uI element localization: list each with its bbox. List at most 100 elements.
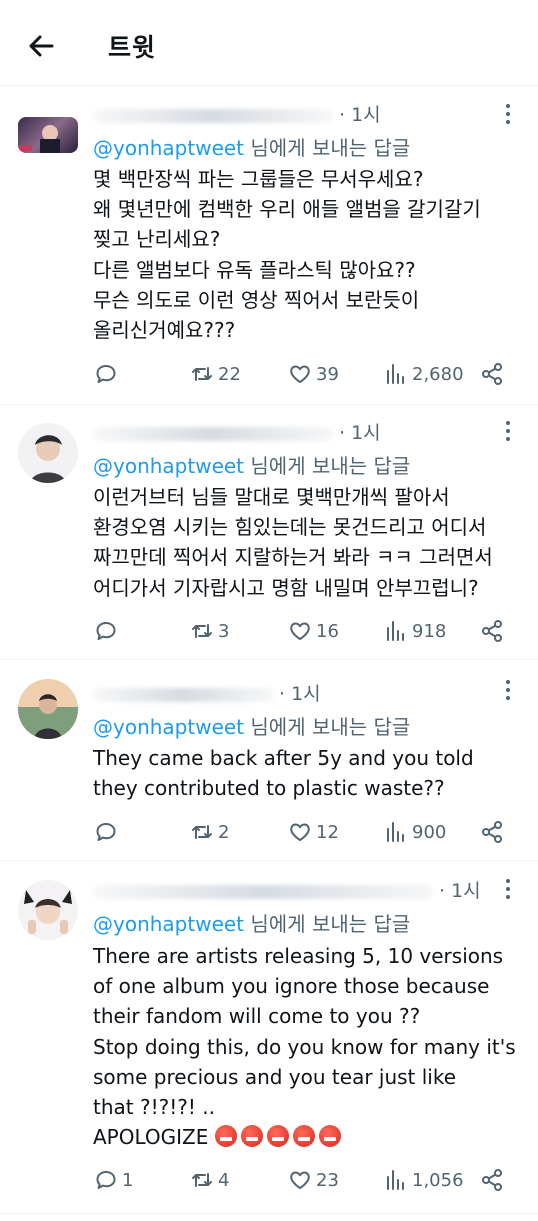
tweet-time[interactable]: 1시 bbox=[351, 104, 381, 126]
retweet-icon bbox=[192, 825, 212, 839]
like-count: 39 bbox=[316, 363, 339, 385]
like-count: 12 bbox=[316, 821, 339, 843]
reply-handle-link[interactable]: @yonhaptweet bbox=[93, 454, 244, 478]
more-options-button[interactable] bbox=[498, 101, 518, 127]
reply-handle-link[interactable]: @yonhaptweet bbox=[93, 136, 244, 160]
more-vertical-icon bbox=[506, 879, 510, 899]
share-icon bbox=[482, 363, 502, 385]
views-chart-icon bbox=[387, 364, 404, 384]
avatar[interactable] bbox=[18, 117, 78, 153]
reply-button[interactable]: 1 bbox=[94, 1165, 133, 1195]
share-button[interactable] bbox=[480, 817, 508, 847]
tweet-text-line: their fandom will come to you ?? bbox=[93, 1004, 421, 1029]
top-bar: 트윗 bbox=[0, 0, 538, 86]
views-chart-icon bbox=[387, 1170, 404, 1190]
back-arrow-icon bbox=[29, 35, 54, 57]
view-count: 900 bbox=[412, 821, 447, 843]
tweet-text-line: There are artists releasing 5, 10 versio… bbox=[93, 944, 504, 968]
retweet-button[interactable]: 4 bbox=[190, 1165, 229, 1195]
reply-icon bbox=[96, 823, 116, 841]
retweet-button[interactable]: 3 bbox=[190, 616, 229, 646]
angry-face-emoji-icon bbox=[318, 1125, 341, 1148]
views-chart-icon bbox=[387, 621, 404, 641]
tweet-text-line: they contributed to plastic waste?? bbox=[93, 776, 445, 801]
retweet-count: 22 bbox=[218, 363, 241, 385]
reply-handle-link[interactable]: @yonhaptweet bbox=[93, 715, 244, 739]
reply-tweet[interactable]: · 1시 @yonhaptweet 님에게 보내는 답글 이런거브터 님들 말대… bbox=[0, 405, 538, 660]
more-options-button[interactable] bbox=[498, 876, 518, 902]
tweet-text-line: of one album you ignore those because bbox=[93, 974, 490, 999]
like-count: 23 bbox=[316, 1169, 339, 1191]
avatar[interactable] bbox=[18, 679, 78, 739]
tweet-text-last-line: APOLOGIZE bbox=[93, 1122, 523, 1152]
blurred-user-name bbox=[93, 884, 433, 899]
tweet-text-line: 다른 앨범보다 유독 플라스틱 많아요?? bbox=[93, 257, 416, 282]
action-bar: 22 39 2,680 bbox=[94, 359, 514, 389]
tweet-time[interactable]: 1시 bbox=[291, 683, 321, 705]
retweet-button[interactable]: 2 bbox=[190, 817, 229, 847]
angry-face-emoji-icon bbox=[240, 1125, 263, 1148]
reply-suffix: 님에게 보내는 답글 bbox=[250, 912, 411, 936]
tweet-meta: · 1시 bbox=[93, 876, 481, 904]
more-vertical-icon bbox=[506, 421, 510, 441]
more-options-button[interactable] bbox=[498, 418, 518, 444]
tweet-text-line: They came back after 5y and you told bbox=[93, 746, 474, 770]
views-button[interactable]: 1,056 bbox=[384, 1165, 464, 1195]
share-button[interactable] bbox=[480, 1165, 508, 1195]
share-button[interactable] bbox=[480, 359, 508, 389]
like-button[interactable]: 39 bbox=[288, 359, 339, 389]
tweet-text-line: 올리신거예요??? bbox=[93, 318, 236, 343]
reply-button[interactable] bbox=[94, 359, 122, 389]
reply-to-line: @yonhaptweet 님에게 보내는 답글 bbox=[93, 711, 410, 740]
tweet-text-line: 왜 몇년만에 컴백한 우리 애들 앨범을 갈기갈기 bbox=[93, 197, 481, 222]
action-bar: 3 16 918 bbox=[94, 616, 514, 646]
reply-suffix: 님에게 보내는 답글 bbox=[250, 454, 411, 478]
retweet-count: 3 bbox=[218, 620, 230, 642]
tweet-text-line: 환경오염 시키는 힘있는데는 못건드리고 어디서 bbox=[93, 515, 487, 540]
reply-to-line: @yonhaptweet 님에게 보내는 답글 bbox=[93, 908, 410, 937]
more-options-button[interactable] bbox=[498, 677, 518, 703]
tweet-meta: · 1시 bbox=[93, 100, 381, 128]
reply-tweet[interactable]: · 1시 @yonhaptweet 님에게 보내는 답글 They came b… bbox=[0, 661, 538, 861]
reply-handle-link[interactable]: @yonhaptweet bbox=[93, 912, 244, 936]
like-button[interactable]: 12 bbox=[288, 817, 339, 847]
views-button[interactable]: 900 bbox=[384, 817, 446, 847]
reply-button[interactable] bbox=[94, 616, 122, 646]
tweet-time[interactable]: 1시 bbox=[451, 880, 481, 902]
reply-button[interactable] bbox=[94, 817, 122, 847]
angry-face-emoji-icon bbox=[214, 1125, 237, 1148]
reply-to-line: @yonhaptweet 님에게 보내는 답글 bbox=[93, 132, 410, 161]
reply-count: 1 bbox=[122, 1169, 134, 1191]
tweet-text-line: 몇 백만장씩 파는 그룹들은 무서우세요? bbox=[93, 167, 424, 191]
reply-tweet[interactable]: · 1시 @yonhaptweet 님에게 보내는 답글 There are a… bbox=[0, 862, 538, 1214]
tweet-text: 몇 백만장씩 파는 그룹들은 무서우세요? 왜 몇년만에 컴백한 우리 애들 앨… bbox=[93, 164, 523, 345]
tweet-text-line: 짜끄만데 찍어서 지랄하는거 봐라 ㅋㅋ 그러면서 bbox=[93, 545, 493, 570]
share-icon bbox=[482, 1169, 502, 1191]
reply-suffix: 님에게 보내는 답글 bbox=[250, 136, 411, 160]
action-bar: 1 4 23 1,056 bbox=[94, 1165, 514, 1195]
retweet-icon bbox=[192, 367, 212, 381]
tweet-time[interactable]: 1시 bbox=[351, 422, 381, 444]
retweet-count: 4 bbox=[218, 1169, 230, 1191]
retweet-button[interactable]: 22 bbox=[190, 359, 241, 389]
like-button[interactable]: 16 bbox=[288, 616, 339, 646]
blurred-user-name bbox=[93, 426, 333, 441]
heart-icon bbox=[290, 1171, 310, 1189]
share-button[interactable] bbox=[480, 616, 508, 646]
tweet-meta: · 1시 bbox=[93, 418, 381, 446]
avatar[interactable] bbox=[18, 423, 78, 483]
heart-icon bbox=[290, 622, 310, 640]
views-chart-icon bbox=[387, 822, 404, 842]
reply-icon bbox=[96, 1171, 116, 1189]
share-icon bbox=[482, 620, 502, 642]
tweet-text-line: Stop doing this, do you know for many it… bbox=[93, 1034, 516, 1059]
tweet-text-line: 찢고 난리세요? bbox=[93, 227, 221, 252]
reply-icon bbox=[96, 365, 116, 383]
tweet-text: There are artists releasing 5, 10 versio… bbox=[93, 941, 523, 1152]
avatar[interactable] bbox=[18, 880, 78, 940]
like-button[interactable]: 23 bbox=[288, 1165, 339, 1195]
reply-tweet[interactable]: · 1시 @yonhaptweet 님에게 보내는 답글 몇 백만장씩 파는 그… bbox=[0, 87, 538, 405]
views-button[interactable]: 2,680 bbox=[384, 359, 464, 389]
views-button[interactable]: 918 bbox=[384, 616, 446, 646]
back-button[interactable] bbox=[22, 26, 62, 66]
